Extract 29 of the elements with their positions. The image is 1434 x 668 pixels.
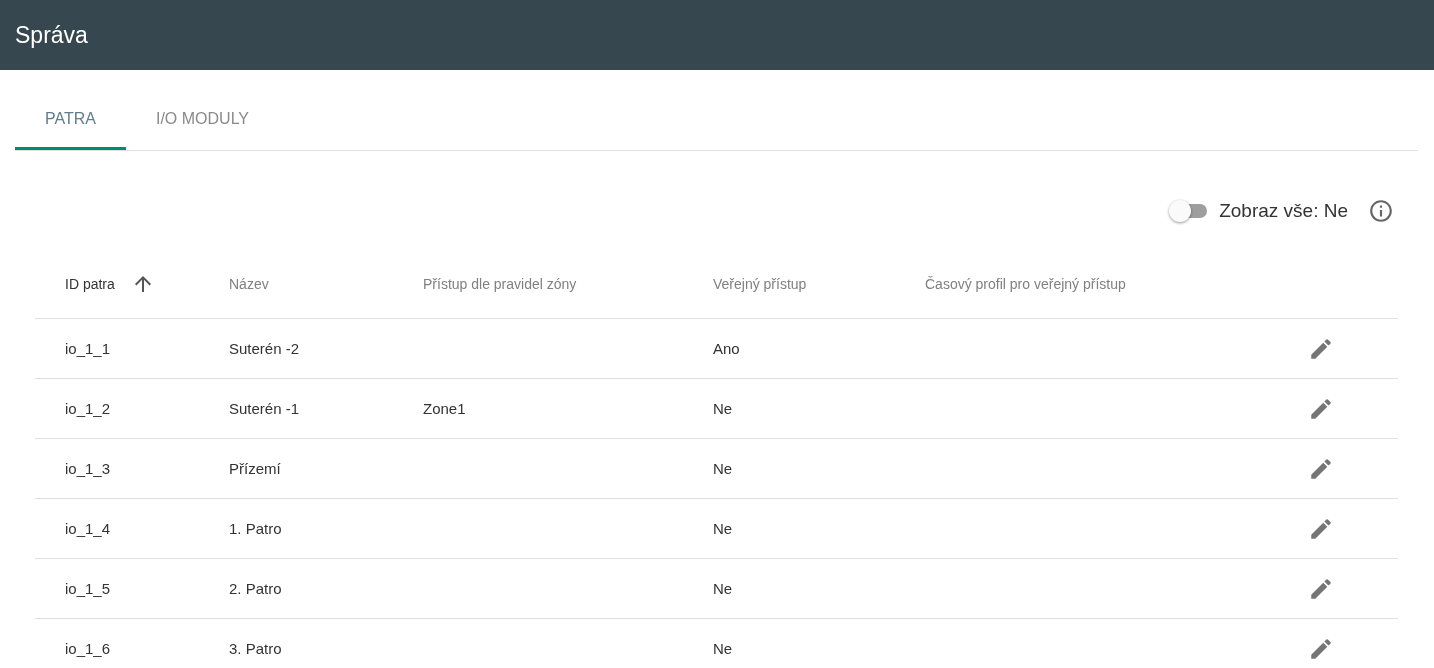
column-header[interactable]: Veřejný přístup — [713, 275, 807, 292]
table-cell: io_1_3 — [65, 460, 111, 477]
tab[interactable]: I/O MODULY — [125, 90, 279, 150]
table-cell: io_1_4 — [65, 520, 111, 537]
table-cell: io_1_5 — [65, 580, 111, 597]
column-header[interactable]: ID patra — [65, 275, 115, 292]
table-cell: io_1_1 — [65, 340, 111, 357]
table-cell: Ne — [713, 580, 733, 597]
table-cell: Ne — [713, 520, 733, 537]
tab[interactable]: PATRA — [15, 90, 126, 150]
table-cell: io_1_2 — [65, 400, 111, 417]
page-title: Správa — [15, 21, 88, 49]
table-cell: 1. Patro — [229, 520, 282, 537]
column-header[interactable]: Název — [229, 275, 269, 292]
table-cell: Přízemí — [229, 460, 281, 477]
table-cell: Ano — [713, 340, 740, 357]
info-icon[interactable] — [1368, 198, 1394, 224]
column-header[interactable]: Přístup dle pravidel zóny — [423, 275, 577, 292]
table-cell: 2. Patro — [229, 580, 282, 597]
table-cell: Zone1 — [423, 400, 466, 417]
table-cell: Suterén -1 — [229, 400, 300, 417]
table-cell: Suterén -2 — [229, 340, 300, 357]
toggle-label: Zobraz vše: Ne — [1219, 200, 1348, 222]
table-cell: Ne — [713, 400, 733, 417]
column-header[interactable]: Časový profil pro veřejný přístup — [925, 275, 1126, 292]
table-cell: Ne — [713, 460, 733, 477]
table-cell: Ne — [713, 640, 733, 657]
table-cell: 3. Patro — [229, 640, 282, 657]
table-cell: io_1_6 — [65, 640, 111, 657]
